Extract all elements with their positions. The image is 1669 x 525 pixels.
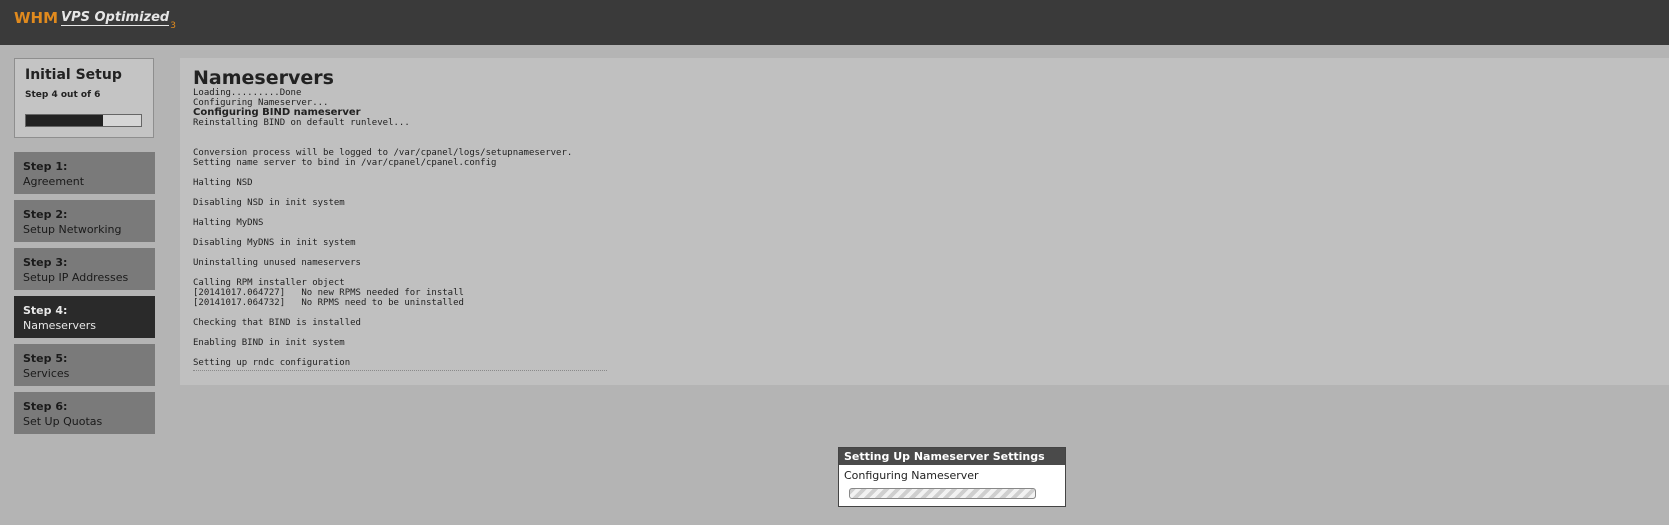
step-number: Step 4: xyxy=(23,304,68,317)
log-line: Halting MyDNS xyxy=(193,218,264,228)
log-line: Disabling NSD in init system xyxy=(193,198,345,208)
log-output: Loading.........Done Configuring Nameserv… xyxy=(193,88,793,368)
step-label: Services xyxy=(23,367,70,380)
log-divider xyxy=(193,370,607,371)
step-item-2[interactable]: Step 2: Setup Networking xyxy=(14,200,155,242)
setup-step-count: Step 4 out of 6 xyxy=(25,90,101,100)
main-content: Nameservers Loading.........Done Configur… xyxy=(180,58,1669,385)
setup-progress-panel: Initial Setup Step 4 out of 6 xyxy=(14,58,154,138)
step-number: Step 1: xyxy=(23,160,68,173)
log-line: Setting up rndc configuration xyxy=(193,358,351,368)
step-label: Nameservers xyxy=(23,319,97,332)
step-number: Step 3: xyxy=(23,256,68,269)
setup-title: Initial Setup xyxy=(25,67,122,83)
top-bar: WHM VPS Optimized3 xyxy=(0,0,1669,45)
log-line: Checking that BIND is installed xyxy=(193,318,361,328)
page-title: Nameservers xyxy=(193,67,334,89)
progress-dialog: Setting Up Nameserver Settings Configuri… xyxy=(838,447,1066,507)
whm-logo[interactable]: WHM VPS Optimized3 xyxy=(14,9,176,35)
progress-dialog-text: Configuring Nameserver xyxy=(844,469,979,482)
step-label: Setup Networking xyxy=(23,223,122,236)
log-line: Configuring BIND nameserver xyxy=(193,107,361,118)
step-label: Agreement xyxy=(23,175,85,188)
log-line: Calling RPM installer object xyxy=(193,278,345,288)
logo-version: 3 xyxy=(170,21,176,31)
log-line: Loading.........Done xyxy=(193,88,302,98)
log-line: Halting NSD xyxy=(193,178,253,188)
step-number: Step 5: xyxy=(23,352,68,365)
progress-dialog-bar xyxy=(849,488,1036,499)
step-item-3[interactable]: Step 3: Setup IP Addresses xyxy=(14,248,155,290)
step-item-1[interactable]: Step 1: Agreement xyxy=(14,152,155,194)
log-line: Uninstalling unused nameservers xyxy=(193,258,361,268)
step-label: Set Up Quotas xyxy=(23,415,103,428)
step-number: Step 2: xyxy=(23,208,68,221)
step-label: Setup IP Addresses xyxy=(23,271,129,284)
log-line: Enabling BIND in init system xyxy=(193,338,345,348)
step-number: Step 6: xyxy=(23,400,68,413)
step-item-4[interactable]: Step 4: Nameservers xyxy=(14,296,155,338)
step-item-5[interactable]: Step 5: Services xyxy=(14,344,155,386)
log-line: Conversion process will be logged to /va… xyxy=(193,148,573,158)
log-line: Reinstalling BIND on default runlevel... xyxy=(193,118,410,128)
log-line: [20141017.064732] No RPMS need to be uni… xyxy=(193,298,464,308)
step-item-6[interactable]: Step 6: Set Up Quotas xyxy=(14,392,155,434)
log-line: [20141017.064727] No new RPMS needed for… xyxy=(193,288,464,298)
logo-subtitle: VPS Optimized xyxy=(61,10,170,26)
progress-dialog-title: Setting Up Nameserver Settings xyxy=(839,448,1065,465)
logo-text: WHM xyxy=(14,9,59,27)
setup-progress-bar xyxy=(25,114,142,127)
setup-progress-fill xyxy=(26,115,104,126)
log-line: Disabling MyDNS in init system xyxy=(193,238,356,248)
log-line: Setting name server to bind in /var/cpan… xyxy=(193,158,497,168)
steps-list: Step 1: Agreement Step 2: Setup Networking S… xyxy=(14,152,155,440)
